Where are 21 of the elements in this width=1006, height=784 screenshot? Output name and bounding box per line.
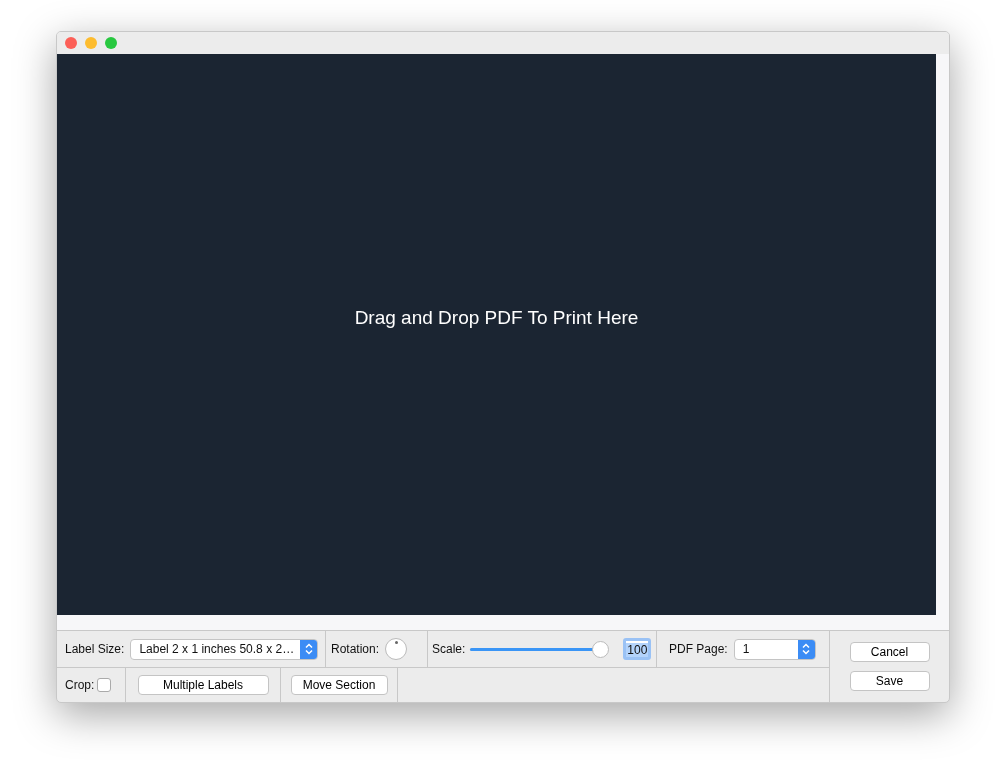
close-button[interactable]	[65, 37, 77, 49]
multiple-labels-button[interactable]: Multiple Labels	[137, 675, 269, 695]
crop-label: Crop:	[65, 678, 95, 692]
minimize-button[interactable]	[85, 37, 97, 49]
chevron-icon	[304, 643, 313, 655]
chevron-icon	[802, 643, 811, 655]
action-button[interactable]: Cancel	[849, 641, 930, 662]
scale-field[interactable]: 100	[623, 638, 652, 660]
crop-checkbox[interactable]	[97, 678, 112, 692]
label-size-dropdown[interactable]: Label 2 x 1 inches 50.8 x 2…	[130, 638, 319, 660]
drop-message: Drag and Drop PDF To Print Here	[354, 306, 639, 329]
scale-label: Scale:	[432, 642, 466, 656]
pdf-page-dropdown[interactable]: 1	[733, 638, 816, 660]
drop-area[interactable]: Drag and Drop PDF To Print Here	[57, 54, 936, 615]
label-size-label: Label Size:	[65, 642, 125, 656]
rotation-label: Rotation:	[331, 642, 380, 656]
zoom-button[interactable]	[105, 37, 117, 49]
pdf-page-label: PDF Page:	[669, 642, 728, 656]
rotation-knob[interactable]	[385, 638, 408, 660]
move-section-button[interactable]: Move Section	[290, 675, 388, 695]
action-button[interactable]: Save	[849, 671, 930, 692]
